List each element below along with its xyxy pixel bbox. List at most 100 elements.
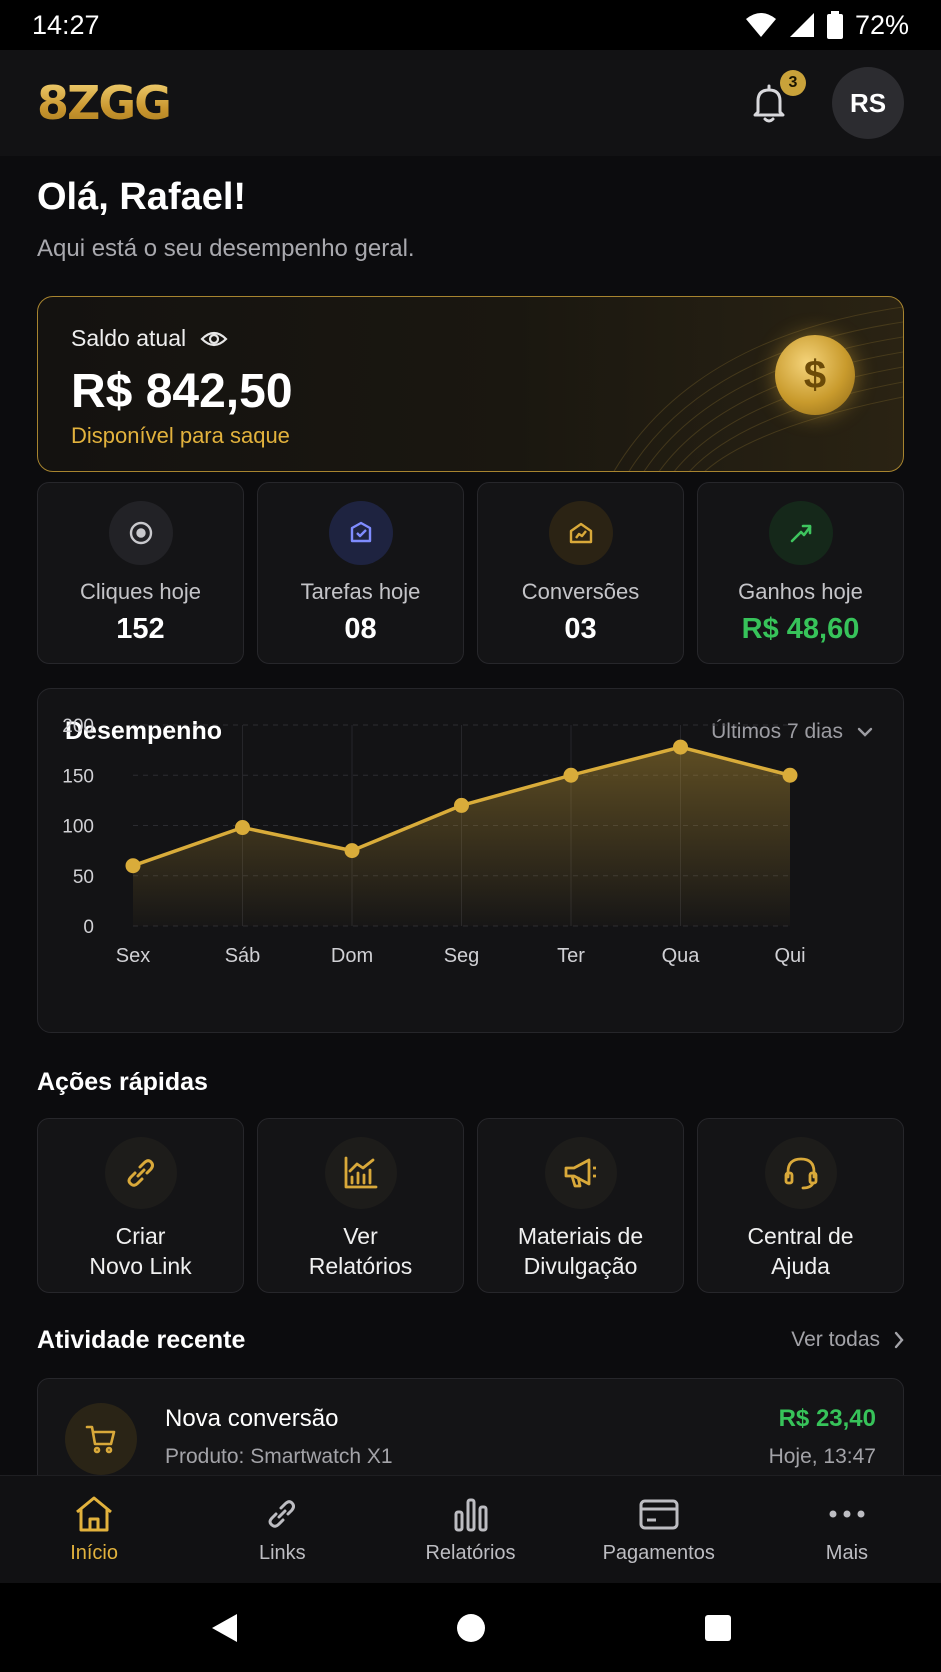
x-tick-label: Ter [557,945,585,967]
nav-label: Início [70,1542,118,1564]
stat-value: 152 [116,613,165,645]
y-tick-label: 50 [73,867,94,888]
card-icon [639,1499,679,1530]
app-header: 8ZGG 3 RS [0,50,941,156]
activity-title: Nova conversão [165,1405,339,1432]
y-tick-label: 100 [62,817,94,838]
activity-amount: R$ 23,40 [778,1405,876,1432]
activity-time: Hoje, 13:47 [768,1445,876,1468]
eye-icon[interactable] [200,329,228,349]
nav-item-mais[interactable]: Mais [753,1476,941,1583]
stats-row: Cliques hoje 152 Tarefas hoje 08 Convers… [37,482,904,664]
stat-label: Conversões [521,579,640,604]
data-point[interactable] [125,858,141,874]
nav-label: Pagamentos [602,1542,715,1564]
y-tick-label: 150 [62,766,94,787]
signal-icon [789,13,814,37]
page-title: Olá, Rafael! [37,176,247,218]
y-tick-label: 200 [62,716,94,737]
stat-label: Ganhos hoje [738,579,863,604]
avatar[interactable]: RS [832,67,904,139]
chevron-right-icon [894,1331,904,1349]
data-point[interactable] [563,767,579,783]
more-dots-icon [829,1510,865,1518]
nav-label: Mais [825,1542,869,1564]
page-subtitle: Aqui está o seu desempenho geral. [37,235,415,262]
bottom-navigation: Início Links Relatórios Pagamentos Mais [0,1475,941,1583]
bar-chart-icon [454,1498,487,1532]
action-label: Central de Ajuda [747,1223,854,1279]
notification-badge: 3 [780,70,806,96]
nav-label: Links [258,1542,306,1564]
marketing-materials-button[interactable]: Materiais de Divulgação [477,1118,684,1293]
stat-label: Cliques hoje [79,579,202,604]
performance-chart-card: Desempenho Últimos 7 dias 200 150 100 50 0 Se… [37,688,904,1033]
x-tick-label: Dom [331,945,373,967]
battery-level: 72% [854,9,909,40]
list-item[interactable]: Nova conversão Produto: Smartwatch X1 R$… [37,1378,904,1488]
status-bar: 14:27 72% [0,0,941,50]
wifi-icon [745,13,776,37]
conversion-icon [548,501,613,565]
x-tick-label: Qui [774,945,805,967]
report-chart-icon [324,1137,397,1209]
action-label: Criar Novo Link [89,1223,192,1279]
help-center-button[interactable]: Central de Ajuda [697,1118,904,1293]
growth-arrow-icon [768,501,833,565]
headset-icon [764,1137,837,1209]
data-point[interactable] [454,797,469,813]
stat-value: R$ 48,60 [741,613,860,645]
nav-item-inicio[interactable]: Início [0,1476,188,1583]
status-time: 14:27 [32,9,100,40]
stat-card-clicks[interactable]: Cliques hoje 152 [37,482,244,664]
system-navigation-bar [0,1583,941,1672]
action-label: Ver Relatórios [308,1223,413,1279]
nav-item-pagamentos[interactable]: Pagamentos [565,1476,753,1583]
stat-card-conversions[interactable]: Conversões 03 [477,482,684,664]
view-reports-button[interactable]: Ver Relatórios [257,1118,464,1293]
quick-actions-row: Criar Novo Link Ver Relatórios Materiais… [37,1118,904,1293]
brand-logo[interactable]: 8ZGG [37,76,172,130]
stat-card-tasks[interactable]: Tarefas hoje 08 [257,482,464,664]
data-point[interactable] [782,767,798,783]
data-point[interactable] [344,843,360,859]
home-circle-icon[interactable] [456,1613,486,1643]
task-check-icon [328,501,393,565]
link-icon [104,1137,177,1209]
nav-item-links[interactable]: Links [188,1476,376,1583]
performance-chart: 200 150 100 50 0 Sex Sáb Dom Seg Ter Qua Qui [62,716,805,967]
stat-value: 08 [344,613,377,645]
coin-icon: $ [775,335,855,415]
x-tick-label: Sáb [225,945,261,967]
cart-icon [65,1403,137,1475]
quick-actions-title: Ações rápidas [37,1068,208,1096]
stat-label: Tarefas hoje [300,579,421,604]
target-icon [108,501,173,565]
notifications-button[interactable]: 3 [746,70,806,126]
home-icon [76,1496,113,1532]
nav-item-relatorios[interactable]: Relatórios [376,1476,564,1583]
x-tick-label: Seg [444,945,480,967]
link-icon [268,1500,296,1528]
stat-card-earnings[interactable]: Ganhos hoje R$ 48,60 [697,482,904,664]
megaphone-icon [544,1137,617,1209]
greeting-section: Olá, Rafael! Aqui está o seu desempenho … [37,176,415,263]
balance-label: Saldo atual [71,325,187,351]
battery-icon [826,11,843,39]
data-point[interactable] [235,820,250,836]
status-icons: 72% [745,10,909,41]
back-icon[interactable] [209,1612,239,1644]
y-tick-label: 0 [83,917,94,938]
activity-subtitle: Produto: Smartwatch X1 [165,1445,393,1468]
recents-icon[interactable] [704,1614,732,1642]
balance-card[interactable]: Saldo atual R$ 842,50 Disponível para sa… [37,296,904,472]
x-tick-label: Qua [662,945,701,967]
nav-label: Relatórios [425,1542,516,1564]
action-label: Materiais de Divulgação [517,1223,644,1279]
recent-activity-title: Atividade recente [37,1326,246,1354]
see-all-label: Ver todas [791,1328,880,1351]
see-all-link[interactable]: Ver todas [791,1328,904,1352]
data-point[interactable] [673,739,688,755]
x-tick-label: Sex [116,945,150,967]
create-link-button[interactable]: Criar Novo Link [37,1118,244,1293]
